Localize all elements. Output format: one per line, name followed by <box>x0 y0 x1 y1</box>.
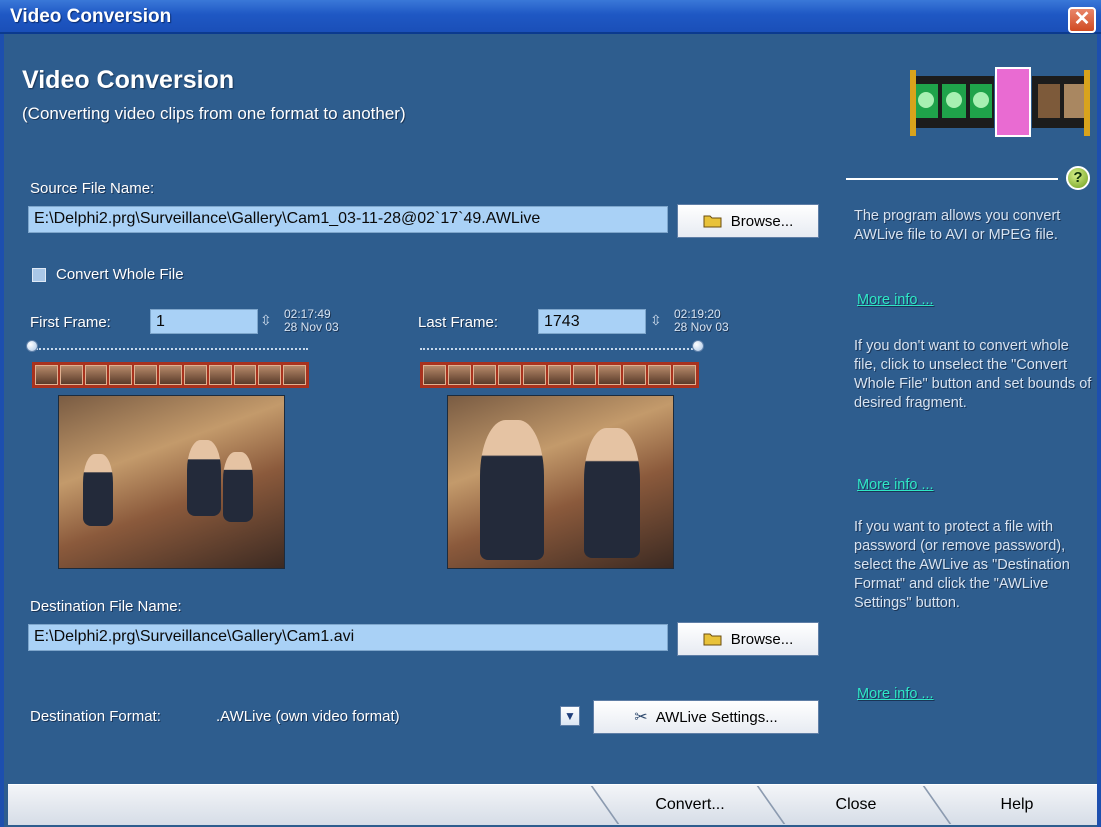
first-frame-spinner[interactable]: ⇳ <box>260 312 272 329</box>
format-dropdown-arrow-icon[interactable]: ▼ <box>560 706 580 726</box>
close-icon[interactable]: ✕ <box>1068 7 1096 33</box>
last-frame-slider[interactable] <box>420 345 700 350</box>
convert-whole-file-label: Convert Whole File <box>56 266 184 283</box>
help-text-1: The program allows you convert AWLive fi… <box>854 208 1061 243</box>
last-frame-filmstrip <box>420 362 699 388</box>
source-browse-label: Browse... <box>730 212 794 230</box>
destination-label: Destination File Name: <box>30 598 182 615</box>
more-info-link-3[interactable]: More info ... <box>857 686 934 702</box>
first-frame-date: 28 Nov 03 <box>284 320 339 334</box>
first-frame-filmstrip <box>32 362 309 388</box>
first-frame-label: First Frame: <box>30 314 111 331</box>
format-select[interactable]: .AWLive (own video format) <box>216 708 400 725</box>
last-frame-input[interactable]: 1743 <box>538 309 646 334</box>
source-file-input[interactable]: E:\Delphi2.prg\Surveillance\Gallery\Cam1… <box>28 206 668 233</box>
last-frame-date: 28 Nov 03 <box>674 320 729 334</box>
first-frame-slider-handle[interactable] <box>26 340 38 352</box>
first-frame-input[interactable]: 1 <box>150 309 258 334</box>
last-frame-spinner[interactable]: ⇳ <box>650 312 662 329</box>
help-divider <box>846 178 1058 180</box>
page-subtitle: (Converting video clips from one format … <box>22 104 406 123</box>
first-frame-preview <box>58 395 285 569</box>
convert-button[interactable]: Convert... <box>610 786 770 824</box>
destination-browse-label: Browse... <box>730 630 794 648</box>
last-frame-label: Last Frame: <box>418 314 499 331</box>
help-button[interactable]: Help <box>942 786 1092 824</box>
format-label: Destination Format: <box>30 708 161 725</box>
first-frame-slider[interactable] <box>36 345 308 350</box>
source-browse-button[interactable]: Browse... <box>677 204 819 238</box>
film-logo-icon <box>910 67 1090 137</box>
last-frame-time: 02:19:20 <box>674 307 721 321</box>
convert-whole-file-checkbox[interactable] <box>32 268 46 282</box>
window-title: Video Conversion <box>10 6 172 27</box>
help-icon: ? <box>1066 166 1090 190</box>
more-info-link-1[interactable]: More info ... <box>857 292 934 308</box>
page-title: Video Conversion <box>22 66 235 94</box>
close-button[interactable]: Close <box>776 786 936 824</box>
destination-browse-button[interactable]: Browse... <box>677 622 819 656</box>
source-label: Source File Name: <box>30 180 155 197</box>
more-info-link-2[interactable]: More info ... <box>857 477 934 493</box>
awlive-settings-label: AWLive Settings... <box>655 708 778 726</box>
help-text-3: If you want to protect a file with passw… <box>854 519 1070 611</box>
tools-icon: ✂ <box>634 709 648 726</box>
last-frame-preview <box>447 395 674 569</box>
awlive-settings-button[interactable]: ✂ AWLive Settings... <box>593 700 819 734</box>
first-frame-time: 02:17:49 <box>284 307 331 321</box>
help-text-2: If you don't want to convert whole file,… <box>854 338 1092 411</box>
title-bar: Video Conversion <box>0 0 1101 34</box>
folder-icon <box>703 633 722 646</box>
destination-file-input[interactable]: E:\Delphi2.prg\Surveillance\Gallery\Cam1… <box>28 624 668 651</box>
last-frame-slider-handle[interactable] <box>692 340 704 352</box>
folder-icon <box>703 215 722 228</box>
